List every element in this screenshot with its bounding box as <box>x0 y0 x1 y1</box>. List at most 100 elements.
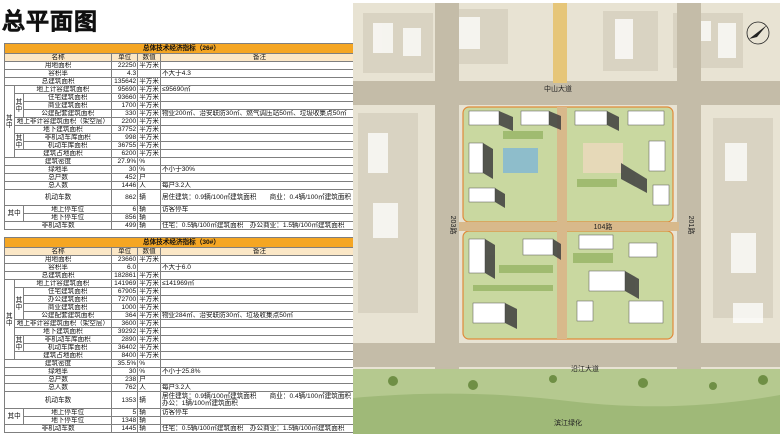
row-value: 2200 <box>111 117 139 126</box>
row-value: 1000 <box>111 303 139 312</box>
row-value: 762 <box>111 383 139 392</box>
row-note <box>159 359 359 368</box>
col-header-name: 名称 <box>3 53 113 62</box>
row-note: ≤141969㎡ <box>159 279 359 288</box>
row-note: 不小于30% <box>159 165 359 174</box>
row-unit: 平方米 <box>137 303 161 312</box>
col-header-unit: 单位 <box>111 247 139 256</box>
subgroup-label: 其中 <box>13 287 25 320</box>
row-value: 37752 <box>111 125 139 134</box>
row-unit: 平方米 <box>137 287 161 296</box>
row-unit: 平方米 <box>137 125 161 134</box>
col-header-value: 数值 <box>137 53 161 62</box>
row-unit: 平方米 <box>137 311 161 320</box>
row-label: 建筑密度 <box>3 157 113 166</box>
row-value: 22250 <box>111 61 139 70</box>
row-label: 地上停车位 <box>23 205 113 214</box>
row-note: 不小于25.8% <box>159 367 359 376</box>
row-unit: 平方米 <box>137 149 161 158</box>
row-note <box>159 335 359 344</box>
subgroup-label: 其中 <box>13 93 25 118</box>
col-header-note: 备注 <box>159 53 359 62</box>
row-value: 93660 <box>111 93 139 102</box>
row-unit: 辆 <box>137 189 161 206</box>
row-label: 总人数 <box>3 383 113 392</box>
row-value: 39292 <box>111 327 139 336</box>
row-label: 总建筑面积 <box>3 271 113 280</box>
row-note <box>159 125 359 134</box>
row-label: 机动车库面积 <box>23 343 113 352</box>
row-note: 居住建筑：0.9辆/100㎡建筑面积 商业：0.4辆/100㎡建筑面积 <box>159 189 359 206</box>
row-value: 6.0 <box>111 263 139 272</box>
row-unit: 户 <box>137 375 161 384</box>
site-plan-map: 中山大道 沿江大道 滨江绿化 203路 201路 104路 <box>353 3 780 434</box>
row-value: 364 <box>111 311 139 320</box>
row-note <box>159 416 359 425</box>
row-unit: 平方米 <box>137 133 161 142</box>
row-label: 容积率 <box>3 69 113 78</box>
row-label: 商业建筑面积 <box>23 101 113 110</box>
row-value: 238 <box>111 375 139 384</box>
row-unit: % <box>137 165 161 174</box>
row-label: 绿地率 <box>3 367 113 376</box>
row-value: 1445 <box>111 424 139 433</box>
row-unit: 平方米 <box>137 101 161 110</box>
row-note <box>159 303 359 312</box>
row-unit: 辆 <box>137 408 161 417</box>
row-unit: 平方米 <box>137 93 161 102</box>
row-note <box>159 141 359 150</box>
row-unit <box>137 263 161 272</box>
row-value: 27.9% <box>111 157 139 166</box>
row-value: 67905 <box>111 287 139 296</box>
row-label: 公建配套建筑面积 <box>23 311 113 320</box>
row-unit: 人 <box>137 181 161 190</box>
row-label: 用地面积 <box>3 61 113 70</box>
row-note <box>159 351 359 360</box>
row-label: 非机动车库面积 <box>23 133 113 142</box>
row-unit: 人 <box>137 383 161 392</box>
row-unit: 辆 <box>137 424 161 433</box>
row-unit: 平方米 <box>137 77 161 86</box>
row-value: 6 <box>111 205 139 214</box>
row-label: 总户数 <box>3 375 113 384</box>
row-note <box>159 149 359 158</box>
row-unit: 平方米 <box>137 141 161 150</box>
subgroup-label: 其中 <box>13 335 25 352</box>
row-note <box>159 295 359 304</box>
row-value: 1446 <box>111 181 139 190</box>
group-label: 其中 <box>3 205 25 222</box>
row-label: 公建配套建筑面积 <box>23 109 113 118</box>
row-unit: 平方米 <box>137 117 161 126</box>
row-unit: % <box>137 359 161 368</box>
row-note <box>159 327 359 336</box>
row-unit: % <box>137 367 161 376</box>
row-unit: % <box>137 157 161 166</box>
row-unit: 平方米 <box>137 351 161 360</box>
row-unit: 辆 <box>137 391 161 409</box>
row-value: 6200 <box>111 149 139 158</box>
row-note: 不大于6.0 <box>159 263 359 272</box>
row-value: 499 <box>111 221 139 230</box>
row-value: 141969 <box>111 279 139 288</box>
park-label: 滨江绿化 <box>554 418 582 427</box>
row-value: 36755 <box>111 141 139 150</box>
row-value: 330 <box>111 109 139 118</box>
row-note <box>159 255 359 264</box>
road-label-south: 沿江大道 <box>571 364 599 373</box>
row-note: 每户3.2人 <box>159 383 359 392</box>
row-label: 地下建筑面积 <box>13 327 113 336</box>
row-label: 用地面积 <box>3 255 113 264</box>
row-value: 5 <box>111 408 139 417</box>
indicator-table-26: 总体技术经济指标（26#） 名称 单位 数值 备注 用地面积 22250 平方米 容积率 4… <box>3 43 359 230</box>
road-label-west: 203路 <box>449 216 458 235</box>
row-label: 非机动车数 <box>3 221 113 230</box>
row-note: 物业200㎡、治安联防30㎡、燃气调压站50㎡、垃圾收集点50㎡ <box>159 109 359 118</box>
row-value: 135642 <box>111 77 139 86</box>
col-header-note: 备注 <box>159 247 359 256</box>
row-note: 每户3.2人 <box>159 181 359 190</box>
row-unit: 平方米 <box>137 61 161 70</box>
row-note: 物业284㎡、治安联防30㎡、垃圾收集点50㎡ <box>159 311 359 320</box>
row-label: 总户数 <box>3 173 113 182</box>
col-header-unit: 单位 <box>111 53 139 62</box>
row-value: 23660 <box>111 255 139 264</box>
